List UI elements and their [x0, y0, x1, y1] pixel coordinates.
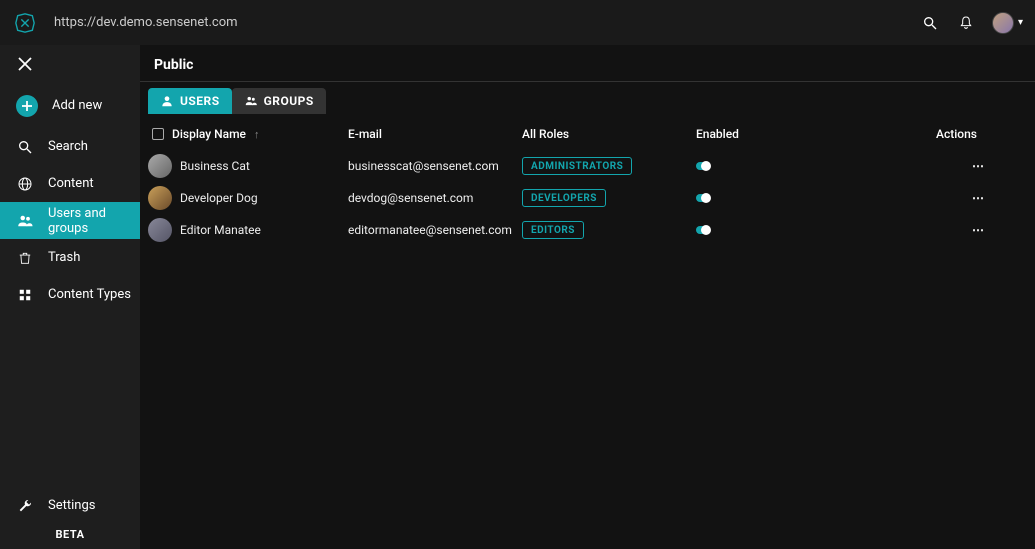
- table-row[interactable]: Business Cat businesscat@sensenet.com AD…: [148, 150, 1027, 182]
- column-header-enabled[interactable]: Enabled: [696, 127, 936, 141]
- row-email: devdog@sensenet.com: [348, 191, 522, 205]
- row-name: Editor Manatee: [180, 223, 261, 237]
- row-email: businesscat@sensenet.com: [348, 159, 522, 173]
- tab-groups[interactable]: GROUPS: [232, 88, 326, 114]
- url-bar: https://dev.demo.sensenet.com: [50, 15, 920, 30]
- table-row[interactable]: Developer Dog devdog@sensenet.com DEVELO…: [148, 182, 1027, 214]
- group-icon: [16, 212, 34, 230]
- sidebar-item-label: Users and groups: [48, 206, 140, 236]
- trash-icon: [16, 249, 34, 267]
- column-header-display-name[interactable]: Display Name: [172, 127, 246, 141]
- row-actions-menu[interactable]: ⋯: [936, 159, 996, 173]
- globe-icon: [16, 175, 34, 193]
- sidebar-item-trash[interactable]: Trash: [0, 239, 140, 276]
- beta-label: BETA: [0, 524, 140, 549]
- tab-label: GROUPS: [264, 94, 314, 108]
- role-chip[interactable]: EDITORS: [522, 221, 584, 239]
- sidebar-item-users-groups[interactable]: Users and groups: [0, 202, 140, 239]
- sidebar-item-settings[interactable]: Settings: [0, 487, 140, 524]
- sidebar-item-label: Search: [48, 139, 88, 154]
- enabled-toggle[interactable]: [696, 194, 710, 202]
- wrench-icon: [16, 497, 34, 515]
- widgets-icon: [16, 286, 34, 304]
- tab-label: USERS: [180, 94, 220, 108]
- column-header-roles[interactable]: All Roles: [522, 127, 696, 141]
- row-actions-menu[interactable]: ⋯: [936, 223, 996, 237]
- search-icon[interactable]: [920, 13, 940, 33]
- enabled-toggle[interactable]: [696, 162, 710, 170]
- plus-icon: [16, 95, 38, 117]
- sidebar-item-label: Settings: [48, 498, 95, 513]
- column-header-actions: Actions: [936, 127, 996, 141]
- select-all-checkbox[interactable]: [152, 128, 164, 140]
- group-icon: [244, 94, 258, 108]
- person-icon: [160, 94, 174, 108]
- sidebar-item-label: Content: [48, 176, 94, 191]
- table-row[interactable]: Editor Manatee editormanatee@sensenet.co…: [148, 214, 1027, 246]
- enabled-toggle[interactable]: [696, 226, 710, 234]
- sidebar-item-search[interactable]: Search: [0, 128, 140, 165]
- sort-ascending-icon: ↑: [254, 128, 260, 141]
- row-actions-menu[interactable]: ⋯: [936, 191, 996, 205]
- avatar: [992, 12, 1014, 34]
- chevron-down-icon: ▾: [1018, 17, 1023, 28]
- sidebar-item-content[interactable]: Content: [0, 165, 140, 202]
- role-chip[interactable]: DEVELOPERS: [522, 189, 606, 207]
- row-name: Business Cat: [180, 159, 250, 173]
- search-icon: [16, 138, 34, 156]
- app-logo[interactable]: [0, 0, 50, 45]
- avatar: [148, 186, 172, 210]
- avatar: [148, 218, 172, 242]
- user-menu[interactable]: ▾: [992, 12, 1023, 34]
- sidebar-item-label: Content Types: [48, 287, 131, 302]
- tab-users[interactable]: USERS: [148, 88, 232, 114]
- column-header-email[interactable]: E-mail: [348, 127, 522, 141]
- avatar: [148, 154, 172, 178]
- close-icon[interactable]: [18, 57, 32, 71]
- sidebar-item-add-new[interactable]: Add new: [0, 83, 140, 128]
- page-title: Public: [154, 57, 1021, 73]
- sidebar-item-label: Trash: [48, 250, 80, 265]
- role-chip[interactable]: ADMINISTRATORS: [522, 157, 632, 175]
- row-email: editormanatee@sensenet.com: [348, 223, 522, 237]
- sidebar-item-content-types[interactable]: Content Types: [0, 276, 140, 313]
- notifications-icon[interactable]: [956, 13, 976, 33]
- row-name: Developer Dog: [180, 191, 258, 205]
- sidebar-item-label: Add new: [52, 98, 102, 113]
